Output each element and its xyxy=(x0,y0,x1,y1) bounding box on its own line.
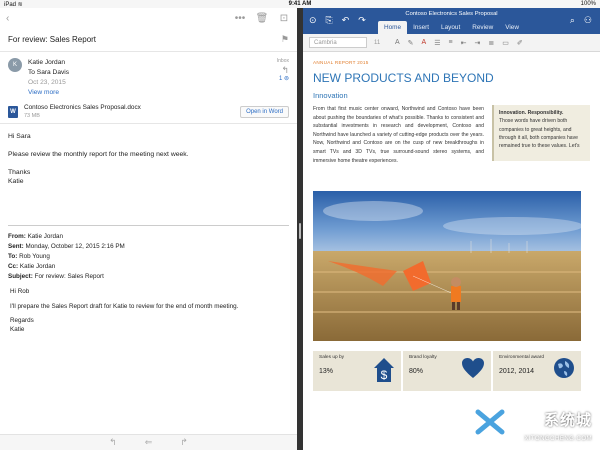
ribbon-tabs: Home Insert Layout Review View xyxy=(378,21,525,34)
quoted-header: From: Katie Jordan Sent: Monday, October… xyxy=(0,232,297,282)
sidebox-title: Innovation. Responsibility. xyxy=(499,110,564,116)
more-icon[interactable]: ••• xyxy=(233,13,247,24)
undo-icon[interactable]: ↶ xyxy=(342,15,350,26)
dollar-house-icon: $ xyxy=(374,358,394,383)
align-icon[interactable]: ≣ xyxy=(488,39,494,47)
doc-paragraph: From that first music center onward, Nor… xyxy=(313,106,484,164)
reply-icon[interactable]: ↰ xyxy=(277,66,289,75)
redo-icon[interactable]: ↷ xyxy=(358,15,366,26)
highlight-icon[interactable]: ✎ xyxy=(408,39,414,47)
quoted-line: I'll prepare the Sales Report draft for … xyxy=(10,302,239,310)
quote-divider xyxy=(8,225,289,226)
avatar: K xyxy=(8,58,22,72)
reply-icon[interactable]: ↰ xyxy=(109,437,117,448)
recipient-line: To Sara Davis xyxy=(28,69,70,76)
status-bar: iPad ≋ 9:41 AM 100% xyxy=(0,0,600,8)
tab-layout[interactable]: Layout xyxy=(435,21,466,34)
tab-view[interactable]: View xyxy=(499,21,525,34)
back-icon[interactable]: ‹ xyxy=(6,13,9,24)
word-titlebar: Contoso Electronics Sales Proposal ⊙ ⎘ ↶… xyxy=(303,8,600,34)
wifi-icon: iPad ≋ xyxy=(4,1,23,8)
pen-icon[interactable]: ✐ xyxy=(517,39,523,47)
font-size-box[interactable]: 11 xyxy=(371,37,389,48)
cc-label: Cc: xyxy=(8,263,19,270)
sender-name[interactable]: Katie Jordan xyxy=(28,58,289,68)
stat-card: Sales up by 13% $ xyxy=(313,351,401,392)
heart-icon xyxy=(462,358,484,379)
archive-icon[interactable]: ⊡ xyxy=(277,13,291,24)
battery-indicator: 100% xyxy=(580,1,596,7)
attachment-size: 73 MB xyxy=(24,112,40,119)
watermark-text-en: XITONGCHENG.COM xyxy=(524,436,592,442)
quoted-sent: Monday, October 12, 2015 2:16 PM xyxy=(25,243,125,250)
email-subject-row: For review: Sales Report ⚑ xyxy=(0,28,297,52)
body-line: Please review the monthly report for the… xyxy=(8,151,189,158)
mail-pane: ‹ ••• 🗑 ⊡ For review: Sales Report ⚑ K K… xyxy=(0,8,297,450)
font-format-icon[interactable]: A xyxy=(395,39,400,46)
body-line: Hi Sara xyxy=(8,133,31,140)
quoted-to: Rob Young xyxy=(19,253,50,260)
reply-all-icon[interactable]: ⇐ xyxy=(145,437,153,448)
bullets-icon[interactable]: ☰ xyxy=(434,39,440,47)
trash-icon[interactable]: 🗑 xyxy=(255,13,269,24)
email-sender-block: K Katie Jordan To Sara Davis Oct 23, 201… xyxy=(0,52,297,102)
quoted-subject: For review: Sales Report xyxy=(34,273,104,280)
flag-icon[interactable]: ⚑ xyxy=(281,34,289,45)
share-person-icon[interactable]: ⚇ xyxy=(584,15,592,26)
to-label: To: xyxy=(8,253,18,260)
quoted-body: Hi Rob I'll prepare the Sales Report dra… xyxy=(0,282,297,346)
quoted-line: Regards Katie xyxy=(10,317,34,333)
doc-header: ANNUAL REPORT 2015 xyxy=(313,60,369,65)
doc-subheading: Innovation xyxy=(313,91,348,100)
subject-label: Subject: xyxy=(8,273,33,280)
quoted-cc: Katie Jordan xyxy=(19,263,56,270)
font-color-icon[interactable]: A xyxy=(422,39,427,46)
forward-icon[interactable]: ↱ xyxy=(180,437,188,448)
mail-toolbar: ‹ ••• 🗑 ⊡ xyxy=(0,8,297,28)
globe-icon xyxy=(554,358,574,379)
stat-card: Brand loyalty 80% xyxy=(403,351,491,392)
attachment-row[interactable]: W Contoso Electronics Sales Proposal.doc… xyxy=(0,102,297,124)
search-icon[interactable]: ⌕ xyxy=(570,15,575,26)
stats-row: Sales up by 13% $ Brand loyalty 80% Envi… xyxy=(313,351,581,392)
word-doc-icon: W xyxy=(8,105,18,118)
tab-insert[interactable]: Insert xyxy=(407,21,435,34)
split-handle[interactable] xyxy=(299,223,301,239)
stat-card: Environmental award 2012, 2014 xyxy=(493,351,581,392)
view-more-link[interactable]: View more xyxy=(28,88,289,98)
font-name-box[interactable]: Cambria xyxy=(309,37,367,48)
save-icon[interactable]: ⎘ xyxy=(326,15,333,26)
doc-photo-kite-field xyxy=(313,191,581,342)
tab-review[interactable]: Review xyxy=(466,21,499,34)
watermark-text-cn: 系统城 xyxy=(543,412,592,429)
doc-sidebar-box: Innovation. Responsibility. Those words … xyxy=(492,105,590,161)
sidebox-text: Those words have driven both companies t… xyxy=(499,118,580,150)
body-line: Thanks Katie xyxy=(8,169,31,185)
email-subject: For review: Sales Report xyxy=(8,35,97,44)
styles-icon[interactable]: ▭ xyxy=(502,39,509,47)
email-body: Hi Sara Please review the monthly report… xyxy=(0,124,297,203)
back-circle-icon[interactable]: ⊙ xyxy=(309,15,317,26)
from-label: From: xyxy=(8,233,26,240)
status-time: 9:41 AM xyxy=(288,1,312,7)
quoted-line: Hi Rob xyxy=(10,288,30,295)
document-canvas[interactable]: ANNUAL REPORT 2015 NEW PRODUCTS AND BEYO… xyxy=(303,52,600,392)
email-date: Oct 23, 2015 xyxy=(28,79,66,86)
svg-text:$: $ xyxy=(381,368,388,382)
attachment-name: Contoso Electronics Sales Proposal.docx xyxy=(24,103,141,111)
word-pane: Contoso Electronics Sales Proposal ⊙ ⎘ ↶… xyxy=(303,8,600,450)
indent-icon[interactable]: ⇥ xyxy=(474,39,480,47)
mail-bottom-bar: ↰ ⇐ ↱ xyxy=(0,434,297,450)
thread-count[interactable]: 1 ⊚ xyxy=(279,76,289,82)
inbox-label: Inbox xyxy=(276,58,289,64)
quoted-from: Katie Jordan xyxy=(27,233,63,240)
doc-heading: NEW PRODUCTS AND BEYOND xyxy=(313,71,494,85)
outdent-icon[interactable]: ⇤ xyxy=(461,39,467,47)
open-in-word-button[interactable]: Open in Word xyxy=(240,105,289,118)
sent-label: Sent: xyxy=(8,243,24,250)
tab-home[interactable]: Home xyxy=(378,21,408,34)
numbering-icon[interactable]: ≡ xyxy=(449,39,453,46)
home-ribbon: Cambria 11 A ✎ A ☰ ≡ ⇤ ⇥ ≣ ▭ ✐ xyxy=(303,34,600,52)
